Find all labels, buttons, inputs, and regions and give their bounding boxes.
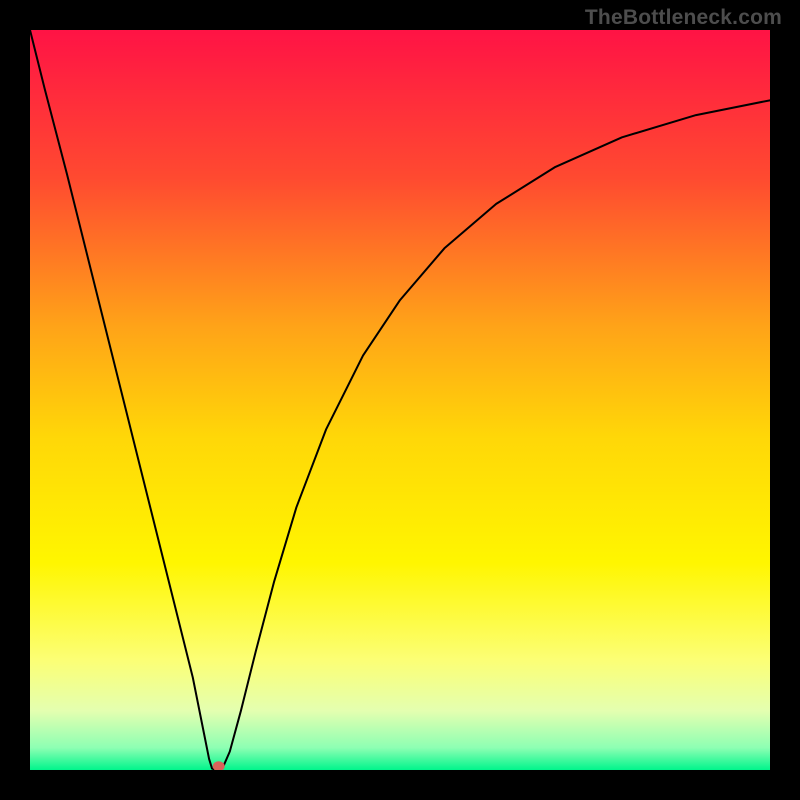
- chart-frame: TheBottleneck.com: [0, 0, 800, 800]
- chart-svg: [30, 30, 770, 770]
- watermark-label: TheBottleneck.com: [585, 6, 782, 30]
- gradient-background: [30, 30, 770, 770]
- plot-area: [30, 30, 770, 770]
